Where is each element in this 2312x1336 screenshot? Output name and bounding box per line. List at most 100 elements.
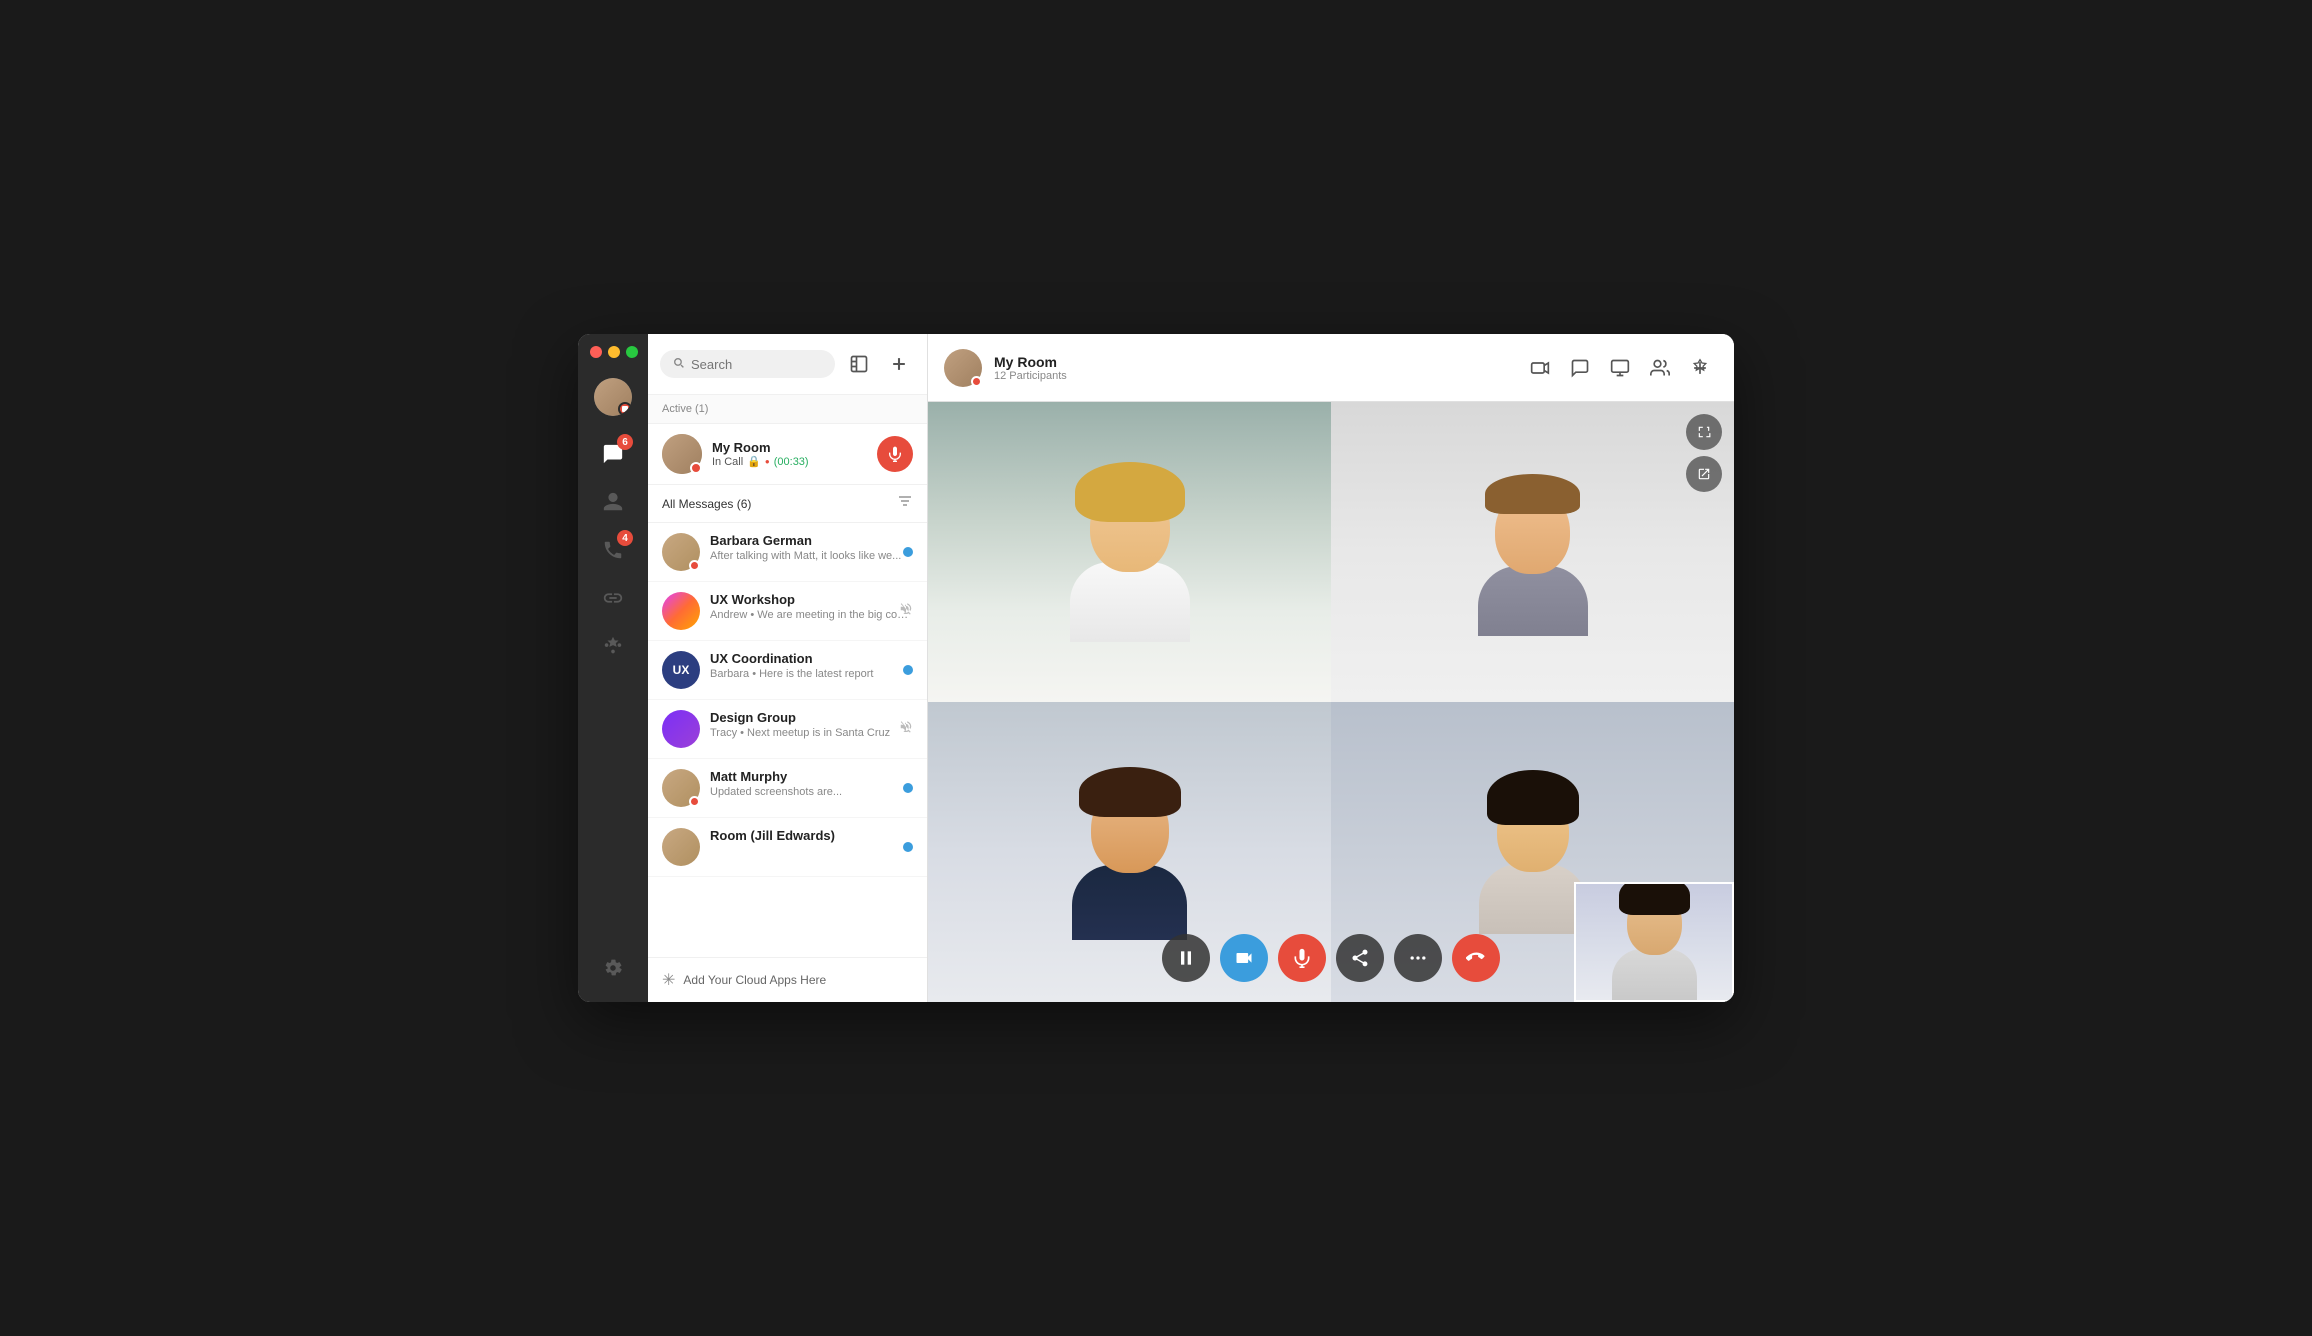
- app-window: 6 4: [578, 334, 1734, 1002]
- room-name: My Room: [994, 354, 1510, 370]
- msg-name: UX Coordination: [710, 651, 913, 666]
- room-integrations-btn[interactable]: [1682, 350, 1718, 386]
- msg-content: UX Workshop Andrew • We are meeting in t…: [710, 592, 913, 621]
- list-item[interactable]: Matt Murphy Updated screenshots are...: [648, 759, 927, 818]
- calls-badge: 4: [617, 530, 633, 546]
- msg-content: UX Coordination Barbara • Here is the la…: [710, 651, 913, 680]
- msg-name: Design Group: [710, 710, 913, 725]
- active-call-info: My Room In Call 🔒 ● (00:33): [712, 440, 867, 468]
- messages-badge: 6: [617, 434, 633, 450]
- msg-avatar-design: [662, 710, 700, 748]
- more-btn[interactable]: [1394, 934, 1442, 982]
- rooms-icon-btn[interactable]: [843, 348, 875, 380]
- call-timer: (00:33): [774, 456, 809, 468]
- msg-name: Room (Jill Edwards): [710, 828, 913, 843]
- sidebar: 6 4: [578, 334, 648, 1002]
- list-item[interactable]: Barbara German After talking with Matt, …: [648, 523, 927, 582]
- main-area: My Room 12 Participants: [928, 334, 1734, 1002]
- maximize-button[interactable]: [626, 346, 638, 358]
- muted-icon: [899, 721, 913, 737]
- msg-name: Barbara German: [710, 533, 913, 548]
- msg-avatar-ux-workshop: [662, 592, 700, 630]
- sidebar-item-messages[interactable]: 6: [591, 432, 635, 476]
- msg-avatar-room: [662, 828, 700, 866]
- msg-content: Design Group Tracy • Next meetup is in S…: [710, 710, 913, 739]
- video-btn[interactable]: [1220, 934, 1268, 982]
- minimize-button[interactable]: [608, 346, 620, 358]
- room-avatar: [944, 349, 982, 387]
- msg-avatar-badge: [689, 560, 700, 571]
- messages-panel: Active (1) My Room In Call 🔒 ● (00:33): [648, 334, 928, 1002]
- msg-muted-indicator: [899, 602, 913, 621]
- add-apps-row[interactable]: ✳ Add Your Cloud Apps Here: [648, 957, 927, 1002]
- float-controls: [1686, 414, 1722, 492]
- call-controls: [1162, 934, 1500, 982]
- popout-btn[interactable]: [1686, 456, 1722, 492]
- active-call-avatar-badge: [690, 462, 702, 474]
- sidebar-item-contacts[interactable]: [591, 480, 635, 524]
- msg-avatar-barbara: [662, 533, 700, 571]
- msg-content: Room (Jill Edwards): [710, 828, 913, 845]
- pause-btn[interactable]: [1162, 934, 1210, 982]
- msg-avatar-ux-coord: UX: [662, 651, 700, 689]
- lock-icon: 🔒: [747, 455, 761, 468]
- mute-call-btn[interactable]: [877, 436, 913, 472]
- video-cell-2: [1331, 402, 1734, 702]
- sidebar-item-links[interactable]: [591, 576, 635, 620]
- msg-name: UX Workshop: [710, 592, 913, 607]
- list-item[interactable]: Room (Jill Edwards): [648, 818, 927, 877]
- room-actions: [1522, 350, 1718, 386]
- msg-content: Matt Murphy Updated screenshots are...: [710, 769, 913, 798]
- filter-icon[interactable]: [897, 493, 913, 514]
- add-apps-label: Add Your Cloud Apps Here: [683, 973, 826, 987]
- room-info: My Room 12 Participants: [994, 354, 1510, 382]
- room-avatar-badge: [971, 376, 982, 387]
- msg-name: Matt Murphy: [710, 769, 913, 784]
- user-avatar[interactable]: [594, 378, 632, 416]
- search-icon: [672, 356, 685, 372]
- room-participants-btn[interactable]: [1642, 350, 1678, 386]
- msg-muted-indicator: [899, 720, 913, 739]
- avatar-edit-badge: [618, 402, 632, 416]
- room-screen-btn[interactable]: [1602, 350, 1638, 386]
- sidebar-item-settings[interactable]: [591, 946, 635, 990]
- msg-preview: Updated screenshots are...: [710, 786, 913, 798]
- filter-label: All Messages (6): [662, 497, 751, 511]
- muted-icon: [899, 603, 913, 619]
- sidebar-item-calls[interactable]: 4: [591, 528, 635, 572]
- room-chat-btn[interactable]: [1562, 350, 1598, 386]
- msg-unread-indicator: [903, 547, 913, 557]
- end-call-btn[interactable]: [1452, 934, 1500, 982]
- mic-btn[interactable]: [1278, 934, 1326, 982]
- msg-preview: Barbara • Here is the latest report: [710, 668, 913, 680]
- participant-face-2: [1331, 402, 1734, 702]
- msg-preview: Tracy • Next meetup is in Santa Cruz: [710, 727, 913, 739]
- msg-unread-indicator: [903, 783, 913, 793]
- add-btn[interactable]: [883, 348, 915, 380]
- video-grid: [928, 402, 1734, 1002]
- active-call-avatar: [662, 434, 702, 474]
- close-button[interactable]: [590, 346, 602, 358]
- msg-unread-indicator: [903, 665, 913, 675]
- msg-preview: After talking with Matt, it looks like w…: [710, 550, 913, 562]
- room-participants: 12 Participants: [994, 370, 1510, 382]
- msg-avatar-badge: [689, 796, 700, 807]
- list-item[interactable]: UX Workshop Andrew • We are meeting in t…: [648, 582, 927, 641]
- expand-btn[interactable]: [1686, 414, 1722, 450]
- active-call-item[interactable]: My Room In Call 🔒 ● (00:33): [648, 424, 927, 485]
- self-view: [1574, 882, 1734, 1002]
- list-item[interactable]: Design Group Tracy • Next meetup is in S…: [648, 700, 927, 759]
- room-header: My Room 12 Participants: [928, 334, 1734, 402]
- traffic-lights: [578, 346, 638, 358]
- share-btn[interactable]: [1336, 934, 1384, 982]
- active-call-name: My Room: [712, 440, 867, 455]
- list-item[interactable]: UX UX Coordination Barbara • Here is the…: [648, 641, 927, 700]
- search-input[interactable]: [691, 357, 823, 372]
- search-bar[interactable]: [660, 350, 835, 378]
- message-list: Barbara German After talking with Matt, …: [648, 523, 927, 957]
- messages-header: [648, 334, 927, 395]
- msg-preview: Andrew • We are meeting in the big conf.…: [710, 609, 913, 621]
- sidebar-item-integrations[interactable]: [591, 624, 635, 668]
- call-status-dot: ●: [765, 457, 770, 466]
- room-camera-btn[interactable]: [1522, 350, 1558, 386]
